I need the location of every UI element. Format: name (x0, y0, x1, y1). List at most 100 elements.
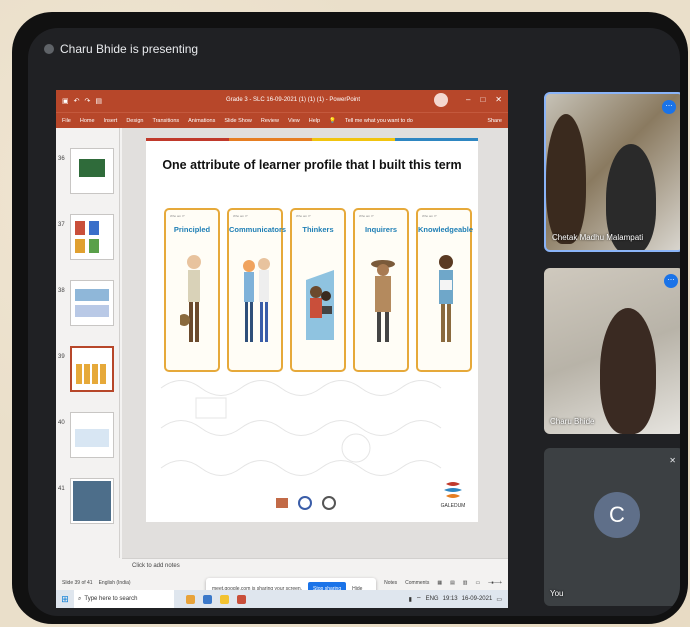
galedum-logo-icon: GALEDUM (441, 482, 466, 509)
tell-me-input[interactable]: Tell me what you want to do (345, 118, 413, 124)
card-inquirers: Who am I? Inquirers (353, 208, 409, 372)
card-caption: Who am I? (296, 214, 311, 218)
search-placeholder: Type here to search (84, 596, 138, 602)
notes-placeholder: Click to add notes (132, 563, 180, 569)
current-slide[interactable]: One attribute of learner profile that I … (146, 138, 478, 522)
more-options-icon[interactable]: ⋯ (664, 274, 678, 288)
tab-review[interactable]: Review (261, 118, 279, 124)
sorter-view-icon[interactable]: ▤ (450, 580, 455, 586)
slide-thumb-40[interactable] (70, 412, 114, 458)
slide-canvas-area: One attribute of learner profile that I … (122, 128, 508, 558)
tab-design[interactable]: Design (126, 118, 143, 124)
edge-icon[interactable] (203, 594, 212, 604)
ribbon-tabs: File Home Insert Design Transitions Anim… (56, 112, 508, 128)
slide-thumb-36[interactable] (70, 148, 114, 194)
wifi-icon[interactable]: ⌔ (416, 595, 422, 603)
slide-thumb-39[interactable] (70, 346, 114, 392)
card-caption: Who am I? (170, 214, 185, 218)
lightbulb-icon: 💡 (329, 117, 336, 124)
doodle-background (160, 380, 442, 476)
participant-tile[interactable]: ⋯ Charu Bhide (544, 268, 680, 434)
tray-date[interactable]: 16-09-2021 (462, 596, 493, 602)
redo-icon[interactable]: ↷ (85, 97, 91, 105)
participant-name: Chetak Madhu Malampati (552, 233, 644, 242)
card-thinkers: Who am I? Thinkers (290, 208, 346, 372)
tab-home[interactable]: Home (80, 118, 95, 124)
reading-view-icon[interactable]: ▥ (463, 580, 468, 586)
slide-thumb-37[interactable] (70, 214, 114, 260)
notification-icon[interactable]: ▭ (496, 596, 502, 603)
slide-thumbnails: 36 37 38 39 40 41 (56, 128, 120, 558)
board-logo-icon (322, 496, 336, 510)
normal-view-icon[interactable]: ▦ (437, 580, 442, 586)
account-avatar[interactable] (434, 93, 448, 107)
taskbar-apps (186, 594, 246, 604)
notes-toggle[interactable]: Notes (384, 580, 397, 586)
tab-insert[interactable]: Insert (104, 118, 118, 124)
system-tray: ▮ ⌔ ENG 19:13 16-09-2021 ▭ (409, 595, 508, 603)
slide-number: 40 (58, 420, 65, 426)
self-avatar: C (594, 492, 640, 538)
more-options-icon[interactable]: ⋯ (662, 100, 676, 114)
card-caption: Who am I? (359, 214, 374, 218)
cambridge-logo-icon (276, 498, 288, 508)
tab-slideshow[interactable]: Slide Show (224, 118, 252, 124)
tray-lang[interactable]: ENG (426, 596, 439, 602)
save-icon[interactable]: ▣ (62, 97, 69, 105)
maximize-icon[interactable]: □ (480, 95, 485, 104)
tab-animations[interactable]: Animations (188, 118, 215, 124)
participant-tile-self[interactable]: ✕ C You (544, 448, 680, 606)
slide-number: 39 (58, 354, 65, 360)
status-slide-count: Slide 39 of 41 (62, 580, 93, 586)
powerpoint-window: ▣ ↶ ↷ ▤ Grade 3 - SLC 16-09-2021 (1) (1)… (56, 90, 508, 608)
participant-figure (546, 114, 586, 244)
battery-icon[interactable]: ▮ (409, 596, 412, 603)
status-language[interactable]: English (India) (99, 580, 131, 586)
present-icon[interactable]: ▤ (95, 97, 102, 105)
chrome-icon[interactable] (186, 594, 195, 604)
presenting-text: Charu Bhide is presenting (60, 42, 199, 56)
minimize-icon[interactable]: – (466, 95, 470, 104)
slide-title: One attribute of learner profile that I … (162, 158, 462, 172)
thinkers-figure-icon (306, 270, 334, 340)
slide-thumb-41[interactable] (70, 478, 114, 524)
slideshow-icon[interactable]: ▭ (476, 580, 481, 586)
communicators-figure-icon (243, 258, 270, 342)
powerpoint-icon[interactable] (237, 594, 246, 604)
participant-tile[interactable]: ⋯ Chetak Madhu Malampati (544, 92, 680, 252)
quick-access-toolbar: ▣ ↶ ↷ ▤ (62, 97, 102, 105)
card-label: Communicators (229, 225, 287, 234)
tab-file[interactable]: File (62, 118, 71, 124)
card-communicators: Who am I? Communicators (227, 208, 287, 372)
participant-name: You (550, 589, 564, 598)
participant-name: Charu Bhide (550, 417, 595, 426)
meet-screen: Charu Bhide is presenting ▣ ↶ ↷ ▤ Grade … (28, 28, 680, 616)
card-caption: Who am I? (422, 214, 437, 218)
folder-icon[interactable] (220, 594, 229, 604)
tab-help[interactable]: Help (309, 118, 320, 124)
tab-transitions[interactable]: Transitions (152, 118, 179, 124)
windows-start-icon[interactable]: ⊞ (56, 594, 74, 605)
status-right: Notes Comments ▦ ▤ ▥ ▭ –●—+ (384, 580, 502, 586)
slide-thumb-38[interactable] (70, 280, 114, 326)
taskbar-search[interactable]: ⌕ Type here to search (74, 590, 174, 608)
close-icon[interactable]: ✕ (495, 95, 502, 104)
knowledgeable-figure-icon (439, 255, 453, 342)
principled-figure-icon (180, 255, 201, 342)
presenter-icon (44, 44, 54, 54)
ppt-doc-title: Grade 3 - SLC 16-09-2021 (1) (1) (1) - P… (226, 97, 361, 103)
slide-top-stripe (146, 138, 478, 141)
share-button[interactable]: Share (487, 118, 502, 124)
undo-icon[interactable]: ↶ (74, 97, 80, 105)
tray-time[interactable]: 19:13 (443, 596, 458, 602)
school-name: GALEDUM (441, 503, 466, 509)
comments-toggle[interactable]: Comments (405, 580, 429, 586)
card-label: Principled (173, 225, 211, 234)
notes-pane[interactable]: Click to add notes (122, 558, 508, 576)
card-label: Inquirers (364, 225, 398, 234)
mic-off-icon: ✕ (669, 456, 676, 465)
search-icon: ⌕ (78, 595, 82, 602)
card-label: Knowledgeable (418, 225, 474, 234)
zoom-slider[interactable]: –●—+ (488, 580, 502, 586)
tab-view[interactable]: View (288, 118, 300, 124)
